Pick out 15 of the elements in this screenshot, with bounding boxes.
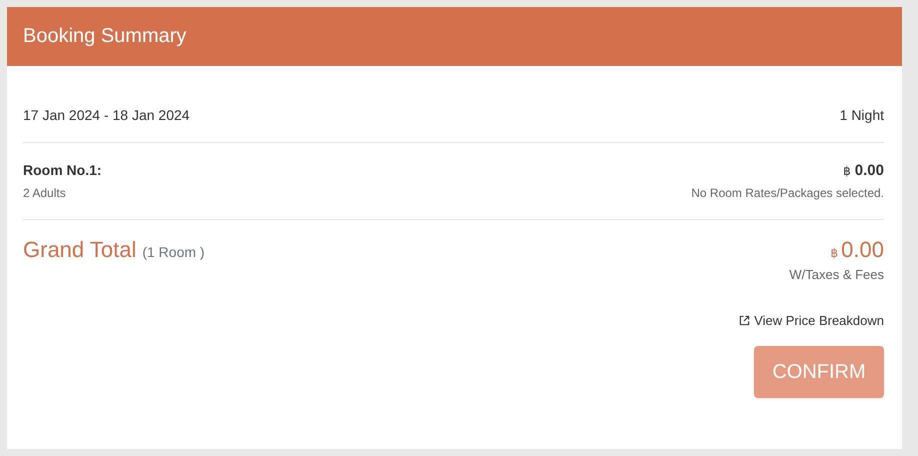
- external-link-icon: [739, 315, 750, 326]
- guest-count: 2 Adults: [23, 186, 66, 200]
- room-count: (1 Room ): [142, 244, 205, 260]
- price-breakdown-link[interactable]: View Price Breakdown: [739, 313, 884, 328]
- room-rate-note: No Room Rates/Packages selected.: [691, 186, 884, 200]
- card-title: Booking Summary: [23, 25, 186, 48]
- currency-symbol: ฿: [843, 164, 851, 178]
- taxes-note: W/Taxes & Fees: [789, 267, 884, 282]
- nights-count: 1 Night: [840, 107, 884, 123]
- stay-dates: 17 Jan 2024 - 18 Jan 2024: [23, 107, 190, 123]
- grand-total-amount: 0.00: [841, 237, 884, 262]
- room-price: 0.00: [854, 162, 884, 179]
- currency-symbol: ฿: [830, 246, 838, 260]
- room-label: Room No.1:: [23, 162, 102, 178]
- grand-total-label: Grand Total: [23, 237, 136, 262]
